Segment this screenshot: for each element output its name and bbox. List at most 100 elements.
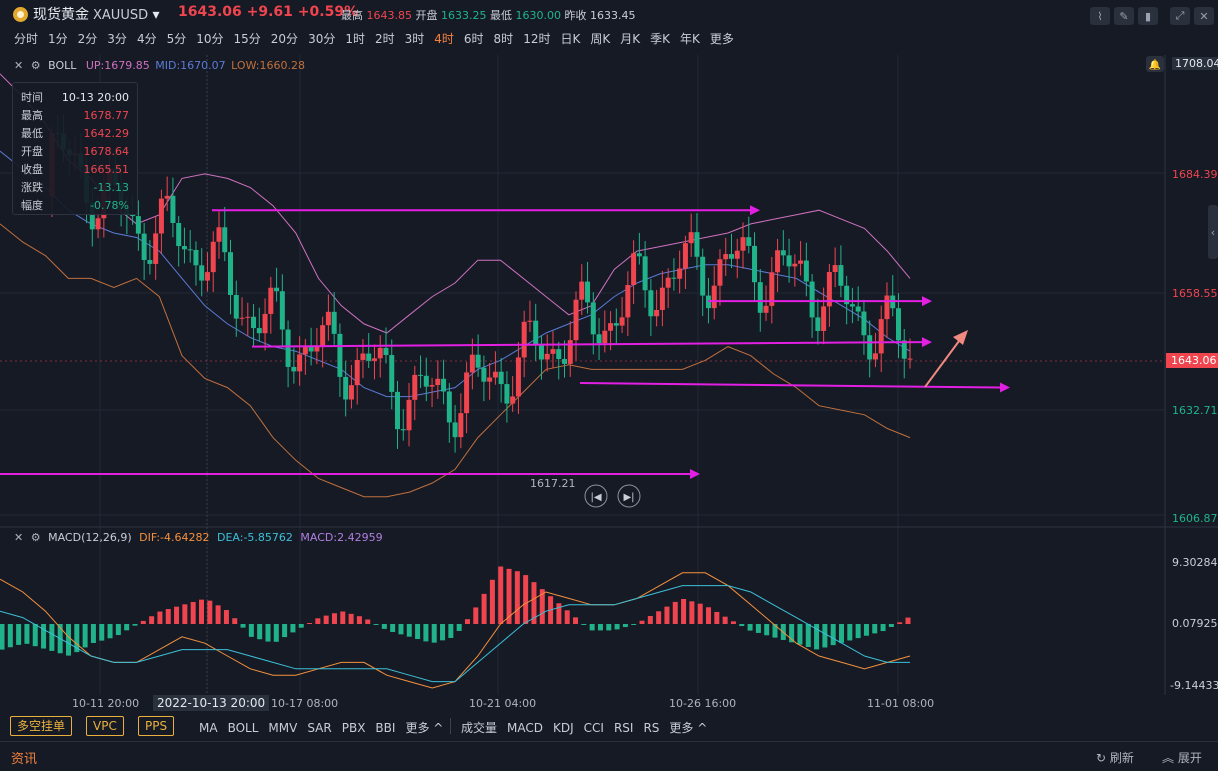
macd-histogram-bar: [7, 624, 13, 648]
pps-button[interactable]: PPS: [138, 716, 175, 736]
sub-indicator-5[interactable]: RS: [643, 721, 659, 735]
candle-body: [608, 323, 614, 331]
main-indicator-1[interactable]: BOLL: [228, 721, 259, 735]
macd-histogram-bar: [556, 603, 562, 624]
candle-body: [867, 335, 873, 360]
chevron-left-icon: ‹: [1211, 226, 1215, 239]
timeframe-4[interactable]: 4分: [137, 30, 157, 47]
timeframe-17[interactable]: 日K: [560, 30, 580, 47]
candle-body: [446, 391, 452, 423]
close-icon[interactable]: ✕: [1194, 7, 1214, 25]
sub-indicator-6[interactable]: 更多 ^: [669, 721, 707, 735]
price-chart[interactable]: |◀ ▶| 1617.21 🔔 ‹: [0, 55, 1218, 695]
timeframe-6[interactable]: 10分: [196, 30, 223, 47]
tooltip-value: 1678.77: [83, 109, 130, 122]
timeframe-11[interactable]: 2时: [375, 30, 395, 47]
macd-label: MACD(12,26,9): [48, 531, 132, 544]
trend-line[interactable]: [251, 341, 923, 348]
expand-button[interactable]: ︽ 展开: [1162, 749, 1202, 766]
bell-icon: 🔔: [1149, 59, 1161, 71]
main-indicator-2[interactable]: MMV: [268, 721, 297, 735]
main-indicator-4[interactable]: PBX: [342, 721, 366, 735]
close-icon[interactable]: ✕: [14, 59, 23, 72]
candle-body: [798, 260, 804, 264]
news-tab[interactable]: 资讯: [11, 748, 37, 767]
macd-histogram-bar: [448, 624, 454, 638]
macd-histogram-bar: [631, 624, 637, 625]
low-label: 最低: [490, 9, 512, 22]
sub-indicator-4[interactable]: RSI: [614, 721, 634, 735]
candle-body: [625, 284, 631, 318]
macd-histogram-bar: [697, 603, 703, 624]
timeframe-14[interactable]: 6时: [464, 30, 484, 47]
timeframe-12[interactable]: 3时: [405, 30, 425, 47]
tooltip-row: 幅度 -0.78%: [13, 197, 137, 215]
timeframe-21[interactable]: 年K: [680, 30, 700, 47]
timeframe-7[interactable]: 15分: [234, 30, 261, 47]
timeframe-22[interactable]: 更多: [710, 30, 734, 47]
timeframe-13[interactable]: 4时: [434, 30, 454, 47]
macd-histogram-bar: [797, 624, 803, 645]
main-indicator-5[interactable]: BBI: [375, 721, 395, 735]
candle-body: [521, 321, 527, 358]
main-indicator-6[interactable]: 更多 ^: [405, 721, 443, 735]
candle-body: [723, 254, 729, 260]
macd-histogram-bar: [406, 624, 412, 637]
macd-histogram-bar: [340, 611, 346, 624]
high-label: 最高: [341, 9, 363, 22]
sub-indicator-0[interactable]: 成交量: [461, 721, 497, 735]
main-indicator-3[interactable]: SAR: [307, 721, 331, 735]
macd-histogram-bar: [32, 624, 38, 647]
macd-axis-mid: 0.07925: [1172, 617, 1218, 630]
timeframe-0[interactable]: 分时: [14, 30, 38, 47]
symbol-dropdown-icon[interactable]: ▾: [148, 7, 160, 23]
refresh-button[interactable]: ↻ 刷新: [1096, 749, 1134, 766]
candle-body: [371, 358, 377, 361]
settings-icon[interactable]: ⚙: [31, 531, 41, 544]
macd-histogram-bar: [174, 606, 180, 624]
macd-histogram-bar: [215, 605, 221, 624]
vpc-button[interactable]: VPC: [86, 716, 124, 736]
macd-histogram-bar: [564, 610, 570, 624]
macd-histogram-bar: [464, 619, 470, 624]
macd-histogram-bar: [315, 618, 321, 624]
chart-type-icon[interactable]: ⌇: [1090, 7, 1110, 25]
macd-legend: ✕ ⚙ MACD(12,26,9) DIF:-4.64282 DEA:-5.85…: [14, 531, 383, 544]
timeframe-15[interactable]: 8时: [494, 30, 514, 47]
long-short-orders-button[interactable]: 多空挂单: [10, 716, 73, 736]
gold-coin-icon: [13, 7, 28, 22]
timeframe-1[interactable]: 1分: [48, 30, 68, 47]
draw-tool-icon[interactable]: ✎: [1114, 7, 1134, 25]
timeframe-18[interactable]: 周K: [590, 30, 610, 47]
candle-body: [711, 285, 717, 309]
timeframe-2[interactable]: 2分: [78, 30, 98, 47]
timeframe-19[interactable]: 月K: [620, 30, 640, 47]
main-indicator-0[interactable]: MA: [199, 721, 218, 735]
macd-histogram-bar: [431, 624, 437, 643]
timeframe-3[interactable]: 3分: [107, 30, 127, 47]
candle-body: [550, 349, 556, 354]
timeframe-5[interactable]: 5分: [167, 30, 187, 47]
candle-body: [464, 372, 470, 414]
candle-body: [642, 256, 648, 291]
candle-body: [176, 223, 182, 247]
candle-body: [343, 376, 349, 400]
sub-indicator-1[interactable]: MACD: [507, 721, 543, 735]
macd-dif-value: DIF:-4.64282: [139, 531, 210, 544]
tooltip-row: 涨跌 -13.13: [13, 179, 137, 197]
close-icon[interactable]: ✕: [14, 531, 23, 544]
timeframe-16[interactable]: 12时: [523, 30, 550, 47]
settings-icon[interactable]: ⚙: [31, 59, 41, 72]
tooltip-row: 最高 1678.77: [13, 107, 137, 125]
sub-indicator-2[interactable]: KDJ: [553, 721, 574, 735]
candle-body: [285, 329, 291, 367]
timeframe-10[interactable]: 1时: [345, 30, 365, 47]
candle-style-icon[interactable]: ▮: [1138, 7, 1158, 25]
timeframe-9[interactable]: 30分: [308, 30, 335, 47]
fullscreen-icon[interactable]: ⤢: [1170, 7, 1190, 25]
timeframe-20[interactable]: 季K: [650, 30, 670, 47]
sub-indicator-3[interactable]: CCI: [584, 721, 604, 735]
candle-body: [780, 250, 786, 256]
instrument-title[interactable]: 现货黄金 XAUUSD ▾: [33, 4, 160, 24]
timeframe-8[interactable]: 20分: [271, 30, 298, 47]
